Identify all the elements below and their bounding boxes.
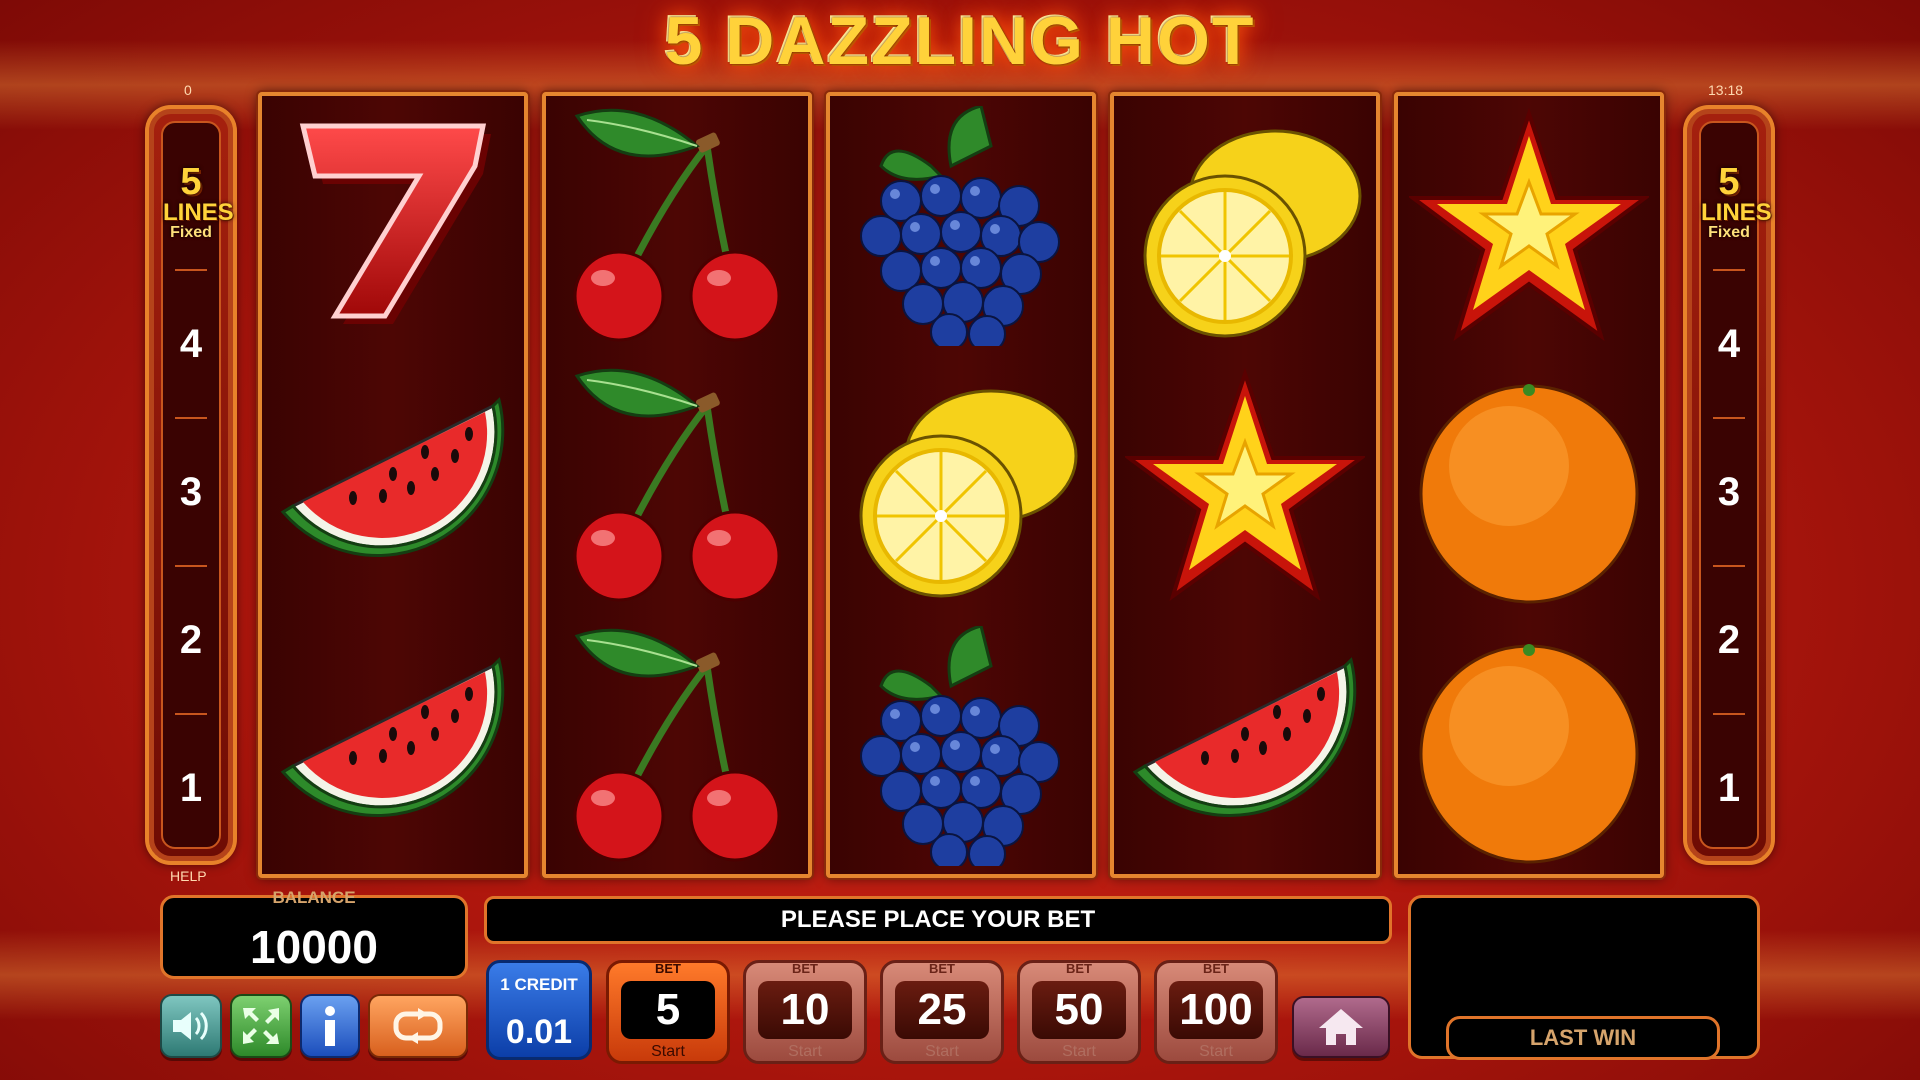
reel-symbol-grapes — [830, 616, 1092, 876]
star-icon — [1125, 367, 1365, 602]
lines-mode: Fixed — [1708, 224, 1750, 241]
credit-value: 0.01 — [505, 1013, 573, 1051]
line-number-3: 3 — [175, 417, 207, 565]
seven-icon — [299, 123, 491, 324]
bet-caption: BET — [929, 961, 955, 976]
last-win-label: LAST WIN — [1446, 1016, 1720, 1060]
line-number-1: 1 — [175, 713, 207, 861]
lines-word: LINES — [1701, 199, 1772, 226]
fullscreen-icon — [243, 1008, 279, 1044]
lines-word: LINES — [163, 199, 234, 226]
lemon-icon — [859, 389, 1078, 598]
line-indicator-track: 5 LINES Fixed 4 3 2 1 — [1699, 121, 1772, 849]
reel-symbol-watermelon — [1114, 616, 1376, 876]
info-button[interactable] — [300, 994, 360, 1058]
reel-symbol-lemon — [830, 356, 1092, 616]
credit-denomination-button[interactable]: 1 CREDIT 0.01 — [486, 960, 592, 1060]
reel-symbol-lemon — [1114, 96, 1376, 356]
watermelon-icon — [280, 657, 505, 817]
info-icon — [325, 1006, 335, 1046]
star-icon — [1409, 107, 1649, 342]
reel-symbol-star — [1398, 96, 1660, 356]
reel-symbol-star — [1114, 356, 1376, 616]
reel-symbol-watermelon — [262, 356, 524, 616]
bet-start-label: Start — [1062, 1043, 1096, 1060]
bet-start-label: Start — [651, 1043, 685, 1060]
message-bar: PLEASE PLACE YOUR BET — [484, 896, 1392, 944]
line-number-2: 2 — [1713, 565, 1745, 713]
bet-caption: BET — [792, 961, 818, 976]
grapes-icon — [860, 626, 1060, 866]
balance-label: BALANCE — [272, 888, 356, 907]
speaker-icon — [173, 1011, 208, 1041]
bet-caption: BET — [655, 961, 681, 976]
line-indicator-track: 5 LINES Fixed 4 3 2 1 — [161, 121, 234, 849]
reel-symbol-orange — [1398, 616, 1660, 876]
bet-start-label: Start — [1199, 1043, 1233, 1060]
bet-button-50[interactable]: BET 50 Start — [1017, 960, 1141, 1064]
bet-value: 25 — [895, 981, 989, 1039]
orange-icon — [1419, 644, 1639, 864]
bet-button-5[interactable]: BET 5 Start — [606, 960, 730, 1064]
bet-value: 10 — [758, 981, 852, 1039]
watermelon-icon — [1132, 657, 1357, 817]
bet-start-label: Start — [788, 1043, 822, 1060]
bet-value: 100 — [1169, 981, 1263, 1039]
bet-value: 5 — [621, 981, 715, 1039]
reel-symbol-watermelon — [262, 616, 524, 876]
reel-2 — [542, 92, 812, 878]
line-number-1: 1 — [1713, 713, 1745, 861]
lines-header: 5 LINES Fixed — [1701, 161, 1772, 241]
reel-symbol-grapes — [830, 96, 1092, 356]
reel-4 — [1110, 92, 1380, 878]
autoplay-icon — [393, 1008, 443, 1044]
cherries-icon — [573, 368, 781, 602]
clock: 13:18 — [1708, 82, 1744, 98]
bet-value: 50 — [1032, 981, 1126, 1039]
home-button[interactable] — [1292, 996, 1390, 1058]
lines-count: 5 — [1718, 161, 1740, 203]
home-icon — [1319, 1009, 1363, 1045]
reel-1 — [258, 92, 528, 878]
line-number-3: 3 — [1713, 417, 1745, 565]
help-link[interactable]: HELP — [170, 868, 207, 884]
top-left-counter: 0 — [184, 82, 192, 98]
line-number-4: 4 — [1713, 269, 1745, 417]
reel-3 — [826, 92, 1096, 878]
balance-box: BALANCE 10000 — [160, 888, 468, 979]
fullscreen-button[interactable] — [230, 994, 292, 1058]
line-number-4: 4 — [175, 269, 207, 417]
reel-symbol-orange — [1398, 356, 1660, 616]
bet-caption: BET — [1203, 961, 1229, 976]
credit-label: 1 CREDIT — [500, 975, 578, 994]
reel-symbol-cherries — [546, 616, 808, 876]
reel-symbol-seven — [262, 96, 524, 356]
orange-icon — [1419, 384, 1639, 604]
lines-header: 5 LINES Fixed — [163, 161, 234, 241]
bet-start-label: Start — [925, 1043, 959, 1060]
cherries-icon — [573, 628, 781, 862]
autoplay-button[interactable] — [368, 994, 468, 1058]
lines-mode: Fixed — [170, 224, 212, 241]
cherries-icon — [573, 108, 781, 342]
watermelon-icon — [280, 397, 505, 557]
balance-value: 10000 — [250, 921, 378, 973]
line-number-2: 2 — [175, 565, 207, 713]
lines-count: 5 — [180, 161, 202, 203]
grapes-icon — [860, 106, 1060, 346]
line-indicator-left: 5 LINES Fixed 4 3 2 1 — [145, 105, 237, 865]
lemon-icon — [1143, 129, 1362, 338]
bet-button-25[interactable]: BET 25 Start — [880, 960, 1004, 1064]
bet-button-100[interactable]: BET 100 Start — [1154, 960, 1278, 1064]
line-indicator-right: 5 LINES Fixed 4 3 2 1 — [1683, 105, 1775, 865]
sound-button[interactable] — [160, 994, 222, 1058]
message-text: PLEASE PLACE YOUR BET — [780, 906, 1096, 933]
game-title: 5 DAZZLING HOT — [664, 3, 1256, 79]
reel-symbol-cherries — [546, 96, 808, 356]
bet-button-10[interactable]: BET 10 Start — [743, 960, 867, 1064]
reel-symbol-cherries — [546, 356, 808, 616]
bet-caption: BET — [1066, 961, 1092, 976]
reel-5 — [1394, 92, 1664, 878]
